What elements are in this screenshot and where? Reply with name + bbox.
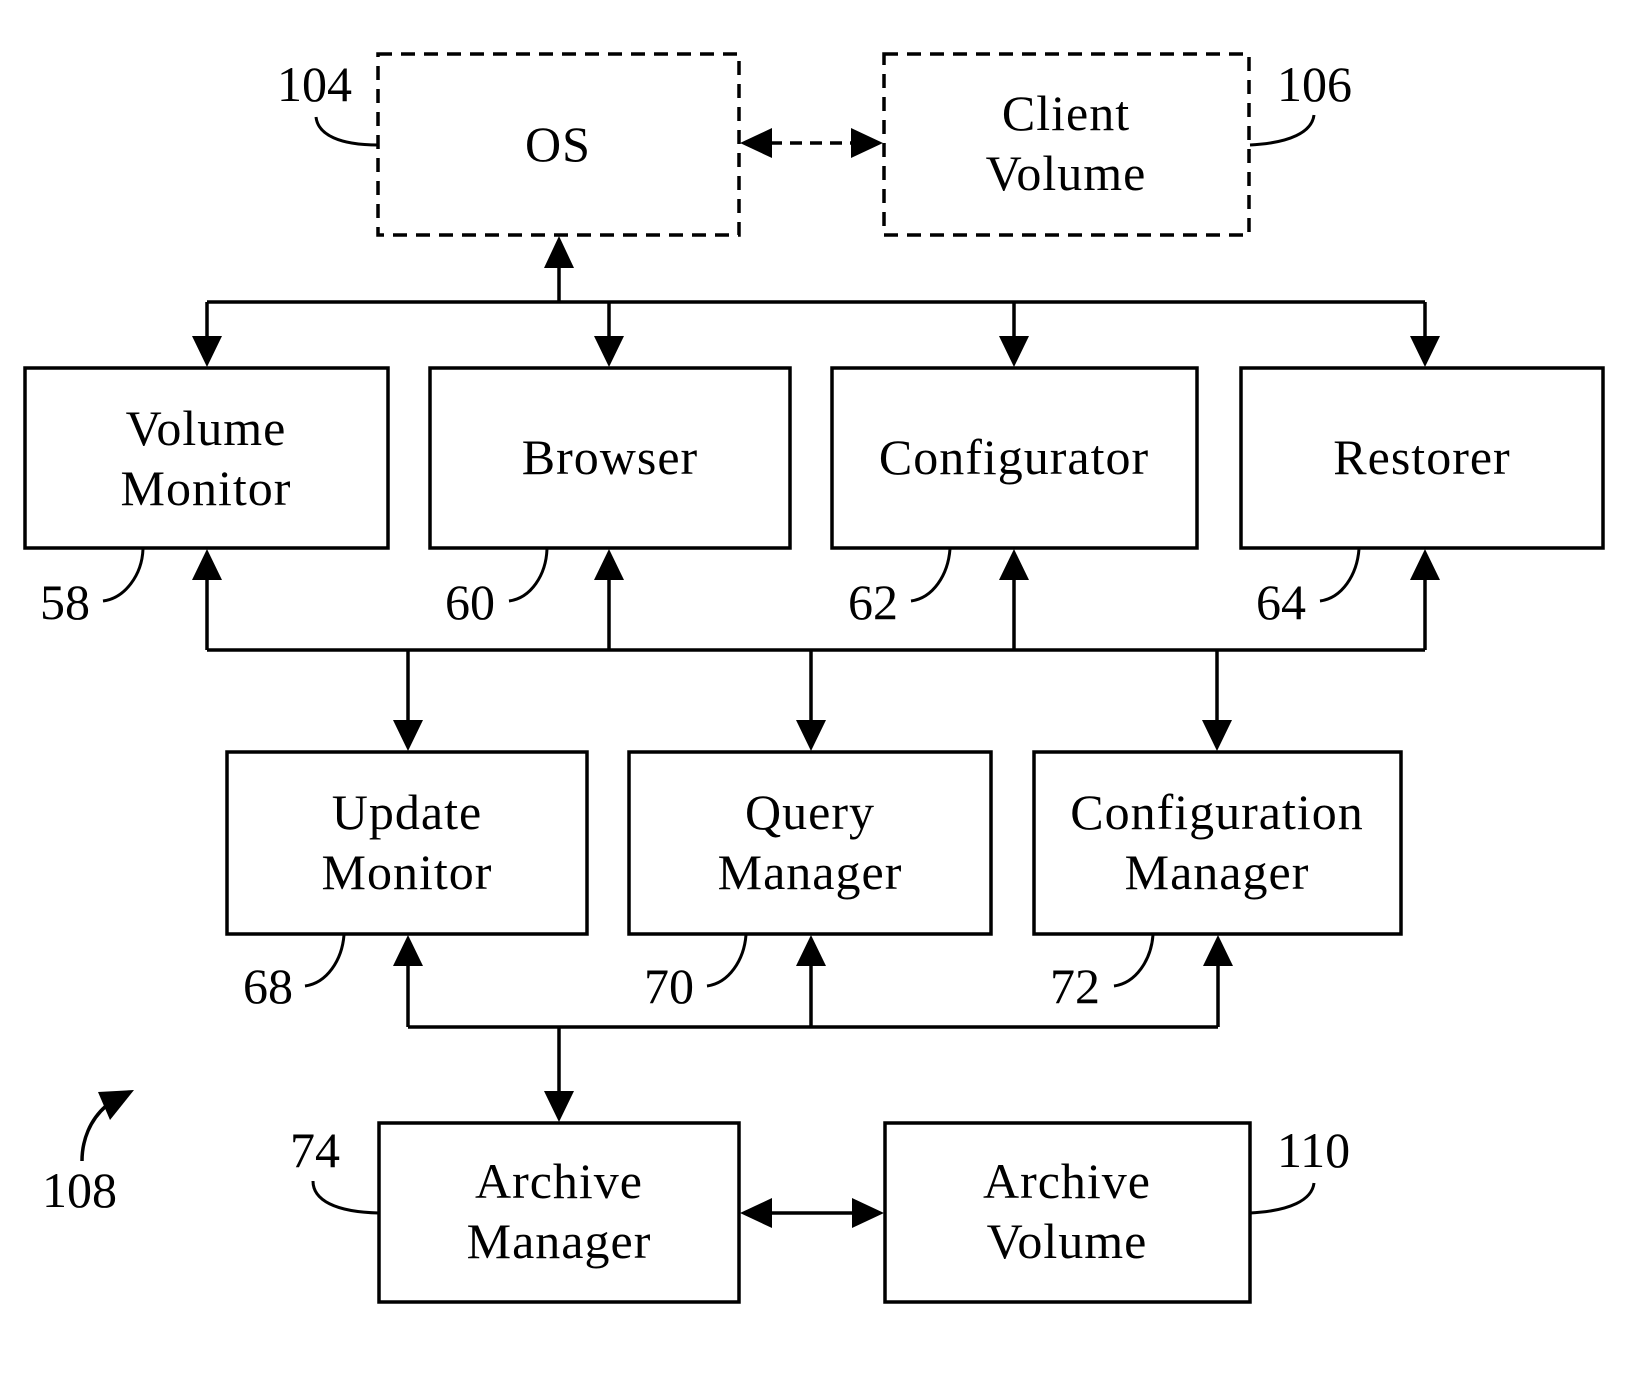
arrowhead-down-icon xyxy=(1410,336,1440,367)
arrowhead-left-icon xyxy=(740,128,772,158)
restorer-label: Restorer xyxy=(1333,429,1510,485)
ref-68: 68 xyxy=(243,934,346,1014)
query-manager-label-line1: Query xyxy=(745,784,875,840)
archive-manager-label-line1: Archive xyxy=(475,1153,643,1209)
leader-line xyxy=(910,548,952,603)
archive-manager-label-line2: Manager xyxy=(467,1213,652,1269)
ref-numeral: 62 xyxy=(848,574,898,630)
arrowhead-down-icon xyxy=(192,336,222,367)
ref-numeral: 106 xyxy=(1277,56,1352,112)
block-configuration-manager: Configuration Manager xyxy=(1032,750,1403,936)
ref-60: 60 xyxy=(445,548,549,630)
block-os: OS xyxy=(376,52,741,237)
arrowhead-down-icon xyxy=(393,720,423,751)
update-monitor-label-line1: Update xyxy=(332,784,482,840)
leader-line xyxy=(304,934,346,988)
leader-line xyxy=(1249,1182,1316,1215)
ref-74: 74 xyxy=(290,1122,380,1215)
figure-ref-curve xyxy=(80,1104,108,1162)
update-monitor-box xyxy=(225,750,589,936)
ref-72: 72 xyxy=(1050,934,1155,1014)
arrowhead-down-icon xyxy=(999,336,1029,367)
ref-110: 110 xyxy=(1249,1122,1350,1215)
leader-line xyxy=(1249,114,1316,147)
query-manager-label-line2: Manager xyxy=(718,844,903,900)
arrowhead-left-icon xyxy=(740,1198,772,1228)
block-client-volume: Client Volume xyxy=(882,52,1251,237)
leader-line xyxy=(706,934,748,988)
arrowhead-right-icon xyxy=(851,128,883,158)
configuration-manager-box xyxy=(1032,750,1403,936)
arrowhead-up-icon xyxy=(1410,549,1440,580)
configurator-label: Configurator xyxy=(879,429,1149,485)
leader-line xyxy=(311,1180,380,1215)
block-archive-manager: Archive Manager xyxy=(377,1121,741,1304)
ref-104: 104 xyxy=(277,56,379,147)
arrowhead-right-icon xyxy=(852,1198,884,1228)
ref-numeral: 72 xyxy=(1050,958,1100,1014)
arrowhead-down-icon xyxy=(544,1091,574,1122)
leader-line xyxy=(1113,934,1155,988)
block-restorer: Restorer xyxy=(1239,366,1605,550)
bottom-bus xyxy=(393,935,1233,1122)
ref-numeral: 110 xyxy=(1277,1122,1350,1178)
arrowhead-up-icon xyxy=(999,549,1029,580)
ref-108: 108 xyxy=(42,1090,134,1218)
block-volume-monitor: Volume Monitor xyxy=(23,366,390,550)
archive-volume-label-line2: Volume xyxy=(987,1213,1148,1269)
ref-numeral: 74 xyxy=(290,1122,340,1178)
block-configurator: Configurator xyxy=(830,366,1199,550)
connector-archive-manager-archive-volume xyxy=(740,1198,884,1228)
ref-numeral: 104 xyxy=(277,56,352,112)
ref-numeral: 58 xyxy=(40,574,90,630)
block-diagram: OS Client Volume Volume Monitor Browser … xyxy=(23,52,1605,1304)
arrowhead-icon xyxy=(98,1090,134,1120)
middle-bus xyxy=(192,549,1440,751)
arrowhead-up-icon xyxy=(1203,935,1233,966)
arrowhead-up-icon xyxy=(192,549,222,580)
volume-monitor-box xyxy=(23,366,390,550)
ref-58: 58 xyxy=(40,548,145,630)
ref-numeral: 64 xyxy=(1256,574,1306,630)
arrowhead-down-icon xyxy=(1202,720,1232,751)
leader-line xyxy=(102,548,145,603)
arrowhead-up-icon xyxy=(544,236,574,268)
volume-monitor-label-line2: Monitor xyxy=(121,460,292,516)
volume-monitor-label-line1: Volume xyxy=(126,400,287,456)
query-manager-box xyxy=(627,750,993,936)
leader-line xyxy=(314,116,379,147)
connector-os-client-volume xyxy=(740,128,883,158)
arrowhead-up-icon xyxy=(393,935,423,966)
ref-70: 70 xyxy=(644,934,748,1014)
leader-line xyxy=(508,548,549,603)
ref-64: 64 xyxy=(1256,548,1361,630)
configuration-manager-label-line2: Manager xyxy=(1125,844,1310,900)
archive-volume-label-line1: Archive xyxy=(983,1153,1151,1209)
ref-numeral: 60 xyxy=(445,574,495,630)
ref-106: 106 xyxy=(1249,56,1352,147)
block-archive-volume: Archive Volume xyxy=(883,1121,1252,1304)
ref-numeral: 68 xyxy=(243,958,293,1014)
browser-label: Browser xyxy=(522,429,698,485)
figure-ref-numeral: 108 xyxy=(42,1162,117,1218)
ref-numeral: 70 xyxy=(644,958,694,1014)
arrowhead-up-icon xyxy=(594,549,624,580)
block-update-monitor: Update Monitor xyxy=(225,750,589,936)
top-bus xyxy=(192,236,1440,367)
arrowhead-down-icon xyxy=(594,336,624,367)
block-query-manager: Query Manager xyxy=(627,750,993,936)
update-monitor-label-line2: Monitor xyxy=(322,844,493,900)
client-volume-label-line2: Volume xyxy=(986,145,1147,201)
block-browser: Browser xyxy=(428,366,792,550)
client-volume-label-line1: Client xyxy=(1002,85,1130,141)
arrowhead-down-icon xyxy=(796,720,826,751)
leader-line xyxy=(1319,548,1361,603)
ref-62: 62 xyxy=(848,548,952,630)
configuration-manager-label-line1: Configuration xyxy=(1070,784,1364,840)
arrowhead-up-icon xyxy=(796,935,826,966)
os-label: OS xyxy=(525,116,591,172)
